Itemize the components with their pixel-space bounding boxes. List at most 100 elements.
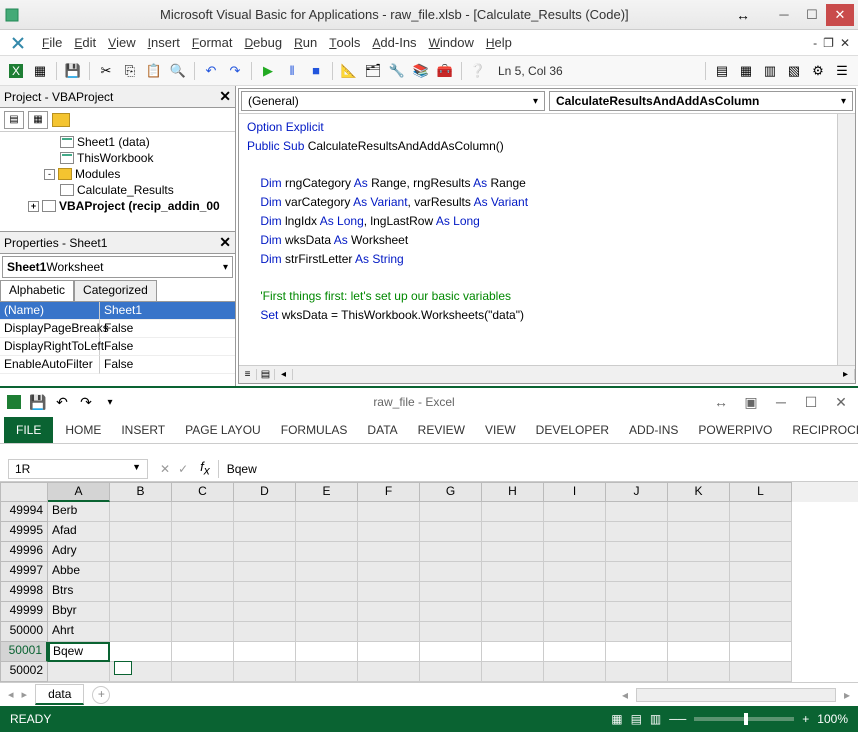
- cell[interactable]: [358, 582, 420, 602]
- cell[interactable]: [296, 662, 358, 682]
- cell[interactable]: [606, 582, 668, 602]
- cell[interactable]: [668, 562, 730, 582]
- excel-minimize-button[interactable]: ─: [770, 394, 792, 410]
- cell[interactable]: [172, 602, 234, 622]
- cell[interactable]: [358, 522, 420, 542]
- properties-pane-close-icon[interactable]: ✕: [219, 234, 231, 251]
- cell[interactable]: [420, 622, 482, 642]
- cell[interactable]: [234, 502, 296, 522]
- sheet-nav-prev-icon[interactable]: ◂: [8, 688, 14, 701]
- ribbon-display-icon[interactable]: ▣: [740, 394, 762, 411]
- row-header[interactable]: 49994: [0, 502, 48, 522]
- column-header-B[interactable]: B: [110, 482, 172, 502]
- column-header-C[interactable]: C: [172, 482, 234, 502]
- cell[interactable]: [234, 642, 296, 662]
- page-break-view-icon[interactable]: ▥: [650, 712, 661, 726]
- cell[interactable]: [730, 542, 792, 562]
- cell[interactable]: [110, 502, 172, 522]
- save-icon[interactable]: 💾: [63, 61, 83, 81]
- cell[interactable]: [420, 642, 482, 662]
- cell[interactable]: [606, 562, 668, 582]
- cell[interactable]: [544, 522, 606, 542]
- cell[interactable]: [110, 622, 172, 642]
- ribbon-tab-review[interactable]: REVIEW: [410, 419, 473, 441]
- project-explorer-icon[interactable]: 🗂: [363, 61, 383, 81]
- qat-tool-icon[interactable]: ▾: [102, 394, 118, 410]
- ribbon-tab-powerpivo[interactable]: POWERPIVO: [690, 419, 780, 441]
- row-header[interactable]: 49995: [0, 522, 48, 542]
- cell[interactable]: [296, 522, 358, 542]
- cell[interactable]: [730, 502, 792, 522]
- cell[interactable]: [606, 662, 668, 682]
- cell[interactable]: [358, 502, 420, 522]
- ribbon-tab-developer[interactable]: DEVELOPER: [528, 419, 617, 441]
- cell[interactable]: [730, 602, 792, 622]
- cell[interactable]: [668, 582, 730, 602]
- maximize-button[interactable]: ☐: [798, 4, 826, 26]
- cell[interactable]: [668, 502, 730, 522]
- ribbon-tab-pagelayou[interactable]: PAGE LAYOU: [177, 419, 269, 441]
- cell[interactable]: [296, 582, 358, 602]
- horizontal-scroll-right-icon[interactable]: ▸: [844, 688, 850, 702]
- cell[interactable]: [358, 602, 420, 622]
- cell[interactable]: Btrs: [48, 582, 110, 602]
- toolbox-icon[interactable]: 🧰: [435, 61, 455, 81]
- cell[interactable]: [730, 622, 792, 642]
- copy-icon[interactable]: ⎘: [120, 61, 140, 81]
- properties-grid[interactable]: (Name)Sheet1DisplayPageBreaksFalseDispla…: [0, 302, 235, 386]
- menu-debug[interactable]: Debug: [244, 35, 282, 50]
- column-header-A[interactable]: A: [48, 482, 110, 502]
- cell[interactable]: [544, 662, 606, 682]
- tree-item[interactable]: +VBAProject (recip_addin_00: [4, 198, 231, 214]
- cell[interactable]: [730, 662, 792, 682]
- cell[interactable]: Abbe: [48, 562, 110, 582]
- procedure-view-icon[interactable]: ▤: [257, 369, 275, 380]
- name-box[interactable]: 1R ▼: [8, 459, 148, 479]
- cell[interactable]: Berb: [48, 502, 110, 522]
- restore-move-icon[interactable]: ↔: [736, 7, 750, 23]
- cell[interactable]: [296, 562, 358, 582]
- excel-icon[interactable]: [6, 394, 22, 410]
- cell[interactable]: [482, 562, 544, 582]
- menu-file[interactable]: File: [42, 35, 62, 50]
- cell[interactable]: [172, 502, 234, 522]
- cell[interactable]: [730, 562, 792, 582]
- ribbon-tab-data[interactable]: DATA: [359, 419, 405, 441]
- mdi-close-button[interactable]: ✕: [840, 36, 850, 50]
- object-browser-icon[interactable]: 📚: [411, 61, 431, 81]
- cell[interactable]: [606, 542, 668, 562]
- extra-tool-1-icon[interactable]: ▤: [712, 61, 732, 81]
- insert-module-icon[interactable]: ▦: [30, 61, 50, 81]
- cell[interactable]: [296, 622, 358, 642]
- view-code-icon[interactable]: ▤: [4, 111, 24, 129]
- cell[interactable]: [544, 562, 606, 582]
- cell[interactable]: [48, 662, 110, 682]
- menu-add-ins[interactable]: Add-Ins: [372, 35, 416, 50]
- row-header[interactable]: 49998: [0, 582, 48, 602]
- formula-bar[interactable]: Bqew: [218, 460, 858, 478]
- cell[interactable]: [358, 622, 420, 642]
- scroll-right-icon[interactable]: ▸: [837, 369, 855, 380]
- cell[interactable]: [234, 622, 296, 642]
- menu-format[interactable]: Format: [192, 35, 233, 50]
- excel-maximize-button[interactable]: ☐: [800, 394, 822, 411]
- cell[interactable]: [110, 582, 172, 602]
- cell[interactable]: [172, 562, 234, 582]
- project-tree[interactable]: Sheet1 (data)ThisWorkbook-ModulesCalcula…: [0, 132, 235, 232]
- cell[interactable]: [420, 662, 482, 682]
- cell[interactable]: Adry: [48, 542, 110, 562]
- column-header-D[interactable]: D: [234, 482, 296, 502]
- cell[interactable]: [110, 522, 172, 542]
- ribbon-tab-view[interactable]: VIEW: [477, 419, 524, 441]
- sheet-nav-next-icon[interactable]: ▸: [22, 688, 28, 701]
- ribbon-tab-add-ins[interactable]: ADD-INS: [621, 419, 686, 441]
- project-pane-close-icon[interactable]: ✕: [219, 88, 231, 105]
- code-object-dropdown[interactable]: (General) ▾: [241, 91, 545, 111]
- cell[interactable]: [234, 562, 296, 582]
- mdi-minimize-button[interactable]: -: [813, 36, 817, 50]
- tree-expand-icon[interactable]: +: [28, 201, 39, 212]
- cell[interactable]: [172, 582, 234, 602]
- menu-tools[interactable]: Tools: [329, 35, 360, 50]
- cell[interactable]: Afad: [48, 522, 110, 542]
- worksheet-grid[interactable]: ABCDEFGHIJKL 49994Berb49995Afad49996Adry…: [0, 482, 858, 682]
